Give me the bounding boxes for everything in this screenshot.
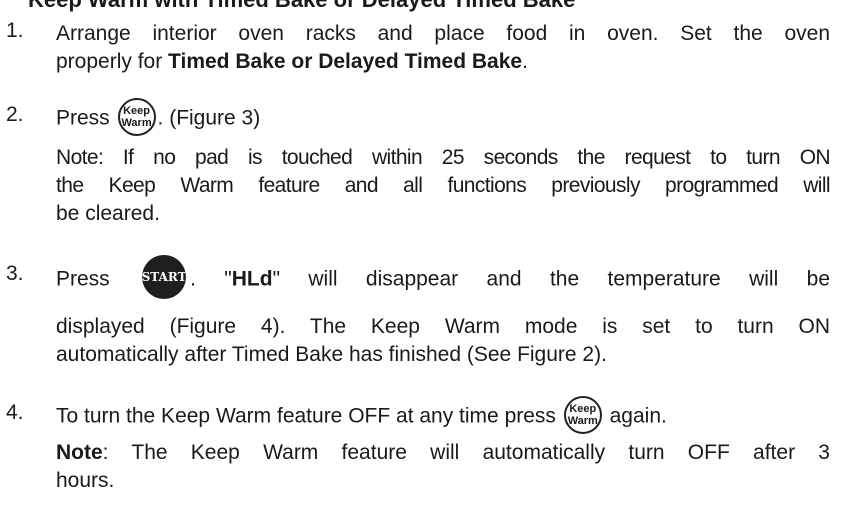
step-text: Press Keep Warm. (Figure 3)	[56, 98, 260, 138]
step-number: 4.	[6, 401, 24, 424]
note-text-line2: the Keep Warm feature and all functions …	[56, 174, 831, 197]
step-text: To turn the Keep Warm feature OFF at any…	[56, 396, 667, 436]
note-line2: hours.	[56, 469, 115, 492]
step-text: Arrange interior oven racks and place fo…	[56, 22, 830, 45]
step-number: 1.	[6, 19, 24, 42]
keep-warm-pad-icon: Keep Warm	[563, 396, 602, 434]
hld-display-bold: HLd	[231, 267, 273, 291]
step-text-line2: displayed (Figure 4). The Keep Warm mode…	[56, 315, 830, 338]
note-text-line1: Note: If no pad is touched within 25 sec…	[56, 146, 831, 169]
step-text-line3: automatically after Timed Bake has finis…	[56, 343, 607, 366]
step-number: 2.	[6, 103, 24, 126]
bake-mode-bold: Timed Bake or Delayed Timed Bake	[168, 50, 523, 73]
section-heading-clipped: Keep Warm with Timed Bake or Delayed Tim…	[28, 0, 575, 13]
note-line1: Note: The Keep Warm feature will automat…	[56, 441, 830, 464]
note-text-line3: be cleared.	[56, 202, 160, 225]
note-label-bold: Note	[56, 441, 103, 464]
start-pad-icon: START	[142, 255, 187, 299]
step-number: 3.	[6, 262, 24, 285]
step-text-line2: properly for Timed Bake or Delayed Timed…	[56, 50, 528, 73]
step-text: Press START. "HLd" will disappear and th…	[56, 255, 830, 302]
keep-warm-pad-icon: Keep Warm	[117, 98, 156, 136]
